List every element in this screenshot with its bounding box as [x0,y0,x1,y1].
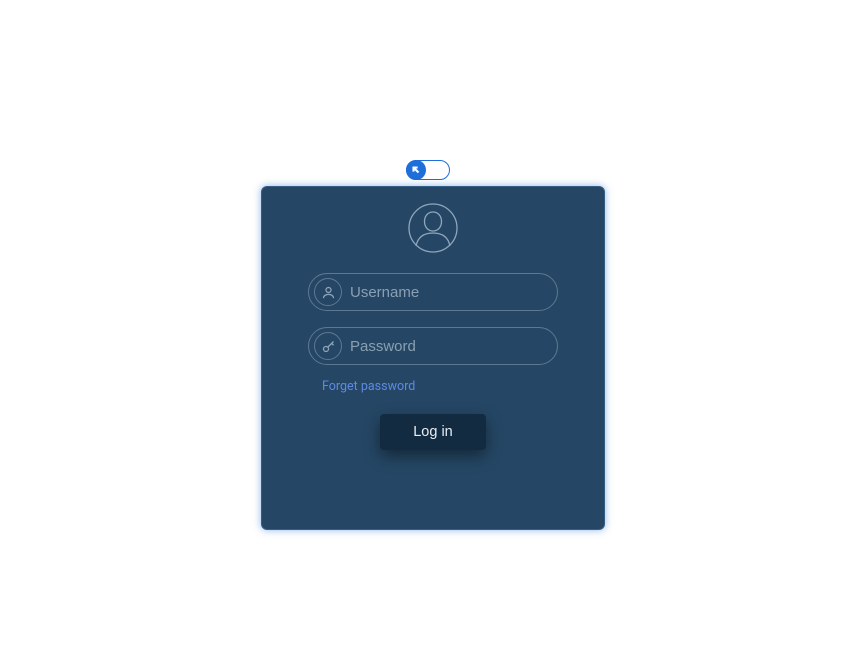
avatar-silhouette-icon [408,203,458,253]
login-button[interactable]: Log in [380,414,486,450]
password-input[interactable] [342,328,559,364]
key-icon [314,332,342,360]
username-wrapper [308,273,558,311]
user-icon [314,278,342,306]
avatar-image [408,203,458,253]
arrow-up-left-icon [411,165,421,175]
login-card: Forget password Log in [261,186,605,530]
theme-toggle[interactable] [406,160,450,180]
forget-password-wrapper: Forget password [322,375,415,394]
toggle-knob [406,160,426,180]
username-input[interactable] [342,274,559,310]
forget-password-link[interactable]: Forget password [322,379,415,394]
password-wrapper [308,327,558,365]
